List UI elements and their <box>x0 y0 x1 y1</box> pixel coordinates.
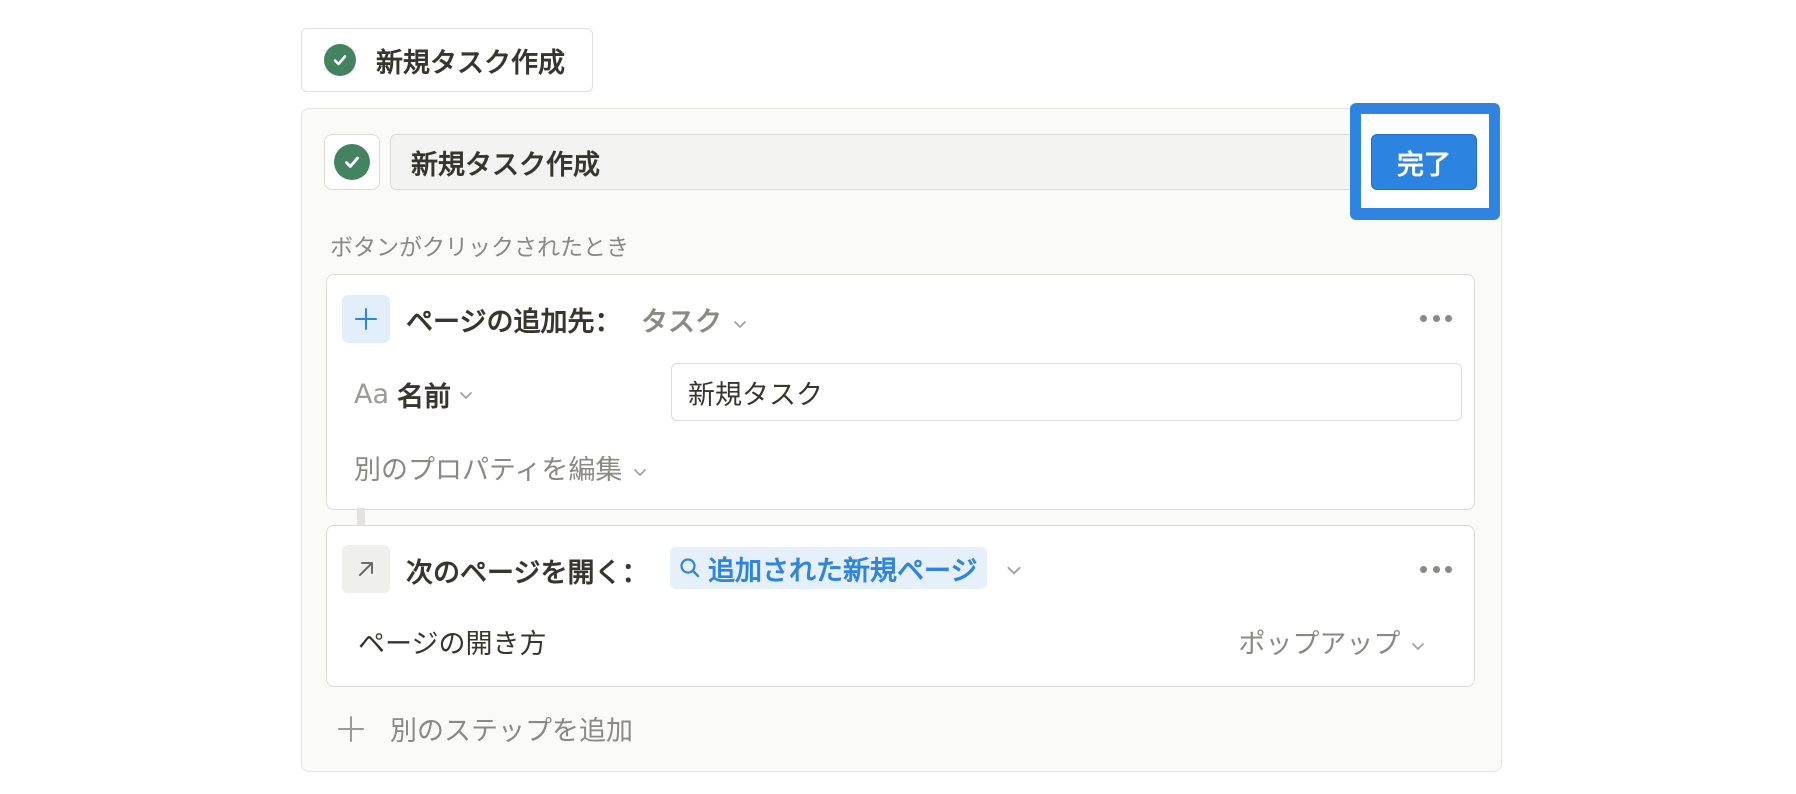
done-button[interactable]: 完了 <box>1371 134 1477 190</box>
add-step-label: 別のステップを追加 <box>390 716 633 747</box>
open-mode-value: ポップアップ <box>1238 629 1401 660</box>
edit-other-properties[interactable]: 別のプロパティを編集 <box>354 448 649 487</box>
property-name-label: 名前 <box>397 382 452 413</box>
chevron-down-icon <box>1412 642 1424 650</box>
plus-icon <box>338 715 364 742</box>
target-database-label: タスク <box>641 307 722 338</box>
open-mode-select[interactable]: ポップアップ <box>1238 622 1427 661</box>
property-value-input[interactable]: 新規タスク <box>671 363 1462 421</box>
chevron-down-icon[interactable] <box>1004 560 1024 580</box>
chevron-down-icon <box>460 391 472 399</box>
task-button[interactable]: 新規タスク作成 <box>301 28 593 92</box>
arrow-up-right-icon <box>342 545 390 593</box>
more-options-icon[interactable] <box>1420 313 1452 323</box>
check-circle-icon <box>334 144 370 180</box>
open-mode-label: ページの開き方 <box>358 629 547 660</box>
add-step-button[interactable]: 別のステップを追加 <box>336 709 633 748</box>
chevron-down-icon <box>634 468 646 476</box>
chevron-down-icon <box>734 320 747 328</box>
edit-other-properties-label: 別のプロパティを編集 <box>354 455 623 486</box>
page-select-chip[interactable]: 追加された新規ページ <box>670 547 988 589</box>
step-add-page-title: ページの追加先： <box>406 307 622 338</box>
plus-icon <box>342 295 390 343</box>
property-name-select[interactable]: Aa 名前 <box>354 375 475 414</box>
button-name-input[interactable]: 新規タスク作成 <box>390 134 1390 190</box>
more-options-icon[interactable] <box>1420 564 1452 574</box>
check-circle-icon <box>324 44 356 76</box>
page-select-label: 追加された新規ページ <box>708 555 978 587</box>
text-property-icon: Aa <box>354 379 390 410</box>
search-icon <box>680 558 700 578</box>
icon-picker[interactable] <box>324 134 380 190</box>
target-database-select[interactable]: タスク <box>641 300 749 339</box>
task-button-label: 新規タスク作成 <box>376 47 565 79</box>
step-open-page-title: 次のページを開く： <box>406 558 649 589</box>
trigger-caption: ボタンがクリックされたとき <box>330 235 629 261</box>
